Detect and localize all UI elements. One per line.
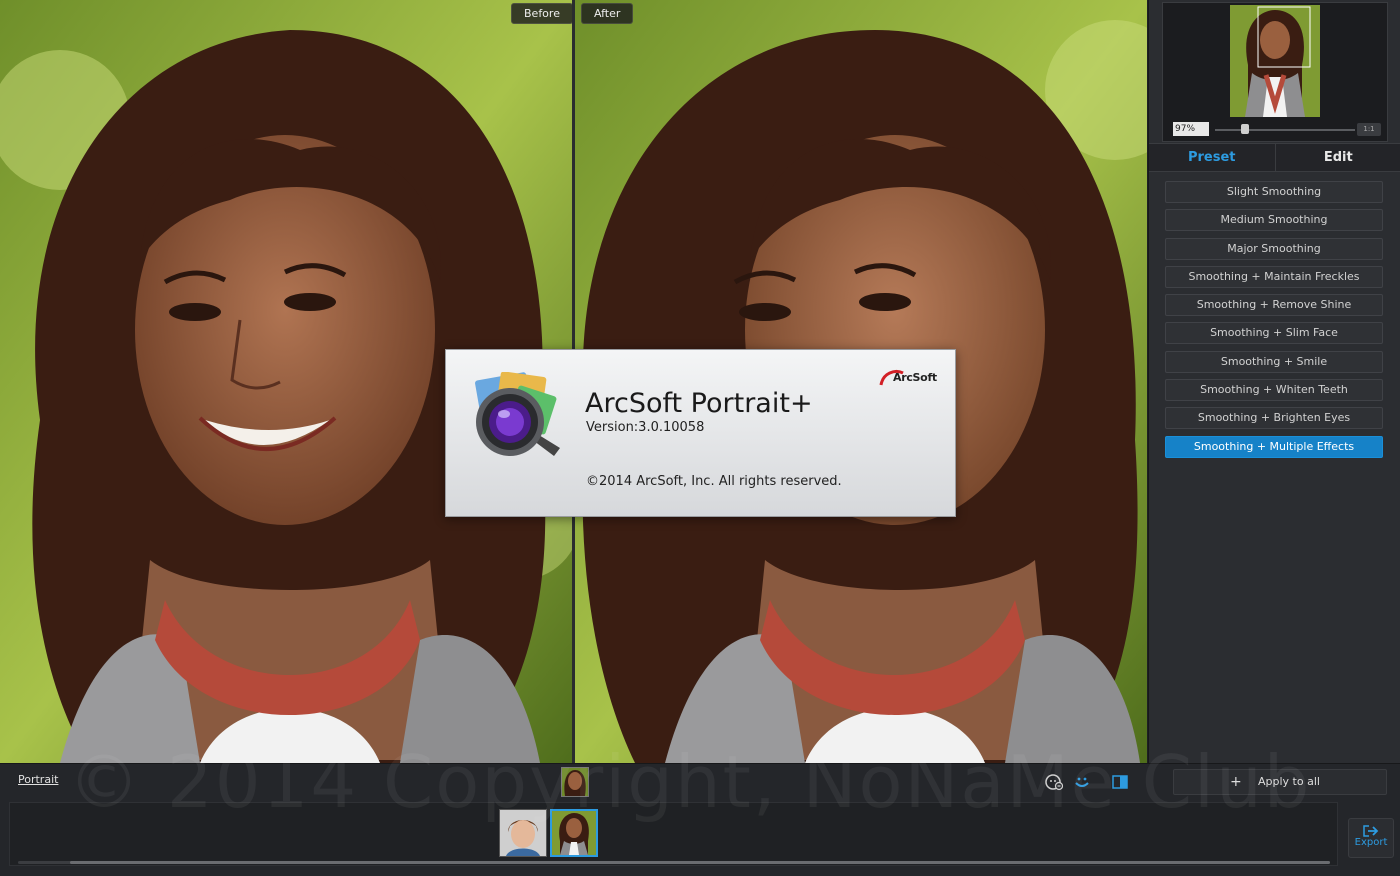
navigator-thumbnail-photo [1230, 5, 1320, 117]
split-view-icon[interactable] [1111, 773, 1129, 791]
detected-face-photo [562, 768, 588, 796]
about-version: Version:3.0.10058 [586, 420, 704, 435]
export-icon [1363, 825, 1379, 837]
filmstrip-scrollbar-thumb[interactable] [70, 861, 1330, 864]
smile-icon[interactable] [1073, 773, 1091, 791]
preset-list: Slight Smoothing Medium Smoothing Major … [1165, 181, 1383, 464]
zoom-slider-handle[interactable] [1241, 124, 1249, 134]
after-label: After [581, 3, 633, 24]
arcsoft-brand-text: ArcSoft [893, 371, 937, 384]
about-copyright: ©2014 ArcSoft, Inc. All rights reserved. [586, 474, 842, 489]
tab-preset[interactable]: Preset [1149, 144, 1276, 171]
bottom-toolbar: Portrait + Apply to all [0, 763, 1400, 876]
preset-item[interactable]: Smoothing + Maintain Freckles [1165, 266, 1383, 288]
preset-item[interactable]: Major Smoothing [1165, 238, 1383, 260]
preset-item[interactable]: Slight Smoothing [1165, 181, 1383, 203]
export-label: Export [1355, 837, 1388, 848]
actual-size-button[interactable]: 1:1 [1357, 123, 1381, 136]
zoom-percent-field[interactable]: 97% [1173, 122, 1209, 136]
preset-item[interactable]: Smoothing + Brighten Eyes [1165, 407, 1383, 429]
plus-icon: + [1230, 770, 1242, 794]
right-sidebar: 97% 1:1 Preset Edit Slight Smoothing Med… [1148, 0, 1400, 763]
before-label: Before [511, 3, 572, 24]
zoom-slider-track[interactable] [1215, 129, 1355, 131]
preset-item[interactable]: Smoothing + Remove Shine [1165, 294, 1383, 316]
app-logo-icon [468, 372, 564, 458]
about-dialog[interactable]: ArcSoft Portrait+ Version:3.0.10058 ©201… [445, 349, 956, 517]
preset-item[interactable]: Smoothing + Smile [1165, 351, 1383, 373]
apply-to-all-label: Apply to all [1258, 770, 1320, 794]
preset-item[interactable]: Smoothing + Whiten Teeth [1165, 379, 1383, 401]
about-app-name: ArcSoft Portrait+ [585, 388, 813, 419]
preset-item[interactable]: Smoothing + Slim Face [1165, 322, 1383, 344]
portrait-mode-link[interactable]: Portrait [18, 773, 58, 786]
sidebar-tabs: Preset Edit [1149, 143, 1400, 172]
apply-to-all-button[interactable]: + Apply to all [1173, 769, 1387, 795]
tab-edit[interactable]: Edit [1276, 144, 1400, 171]
filmstrip-thumbnail-selected[interactable] [550, 809, 598, 857]
filmstrip-thumbnail[interactable] [499, 809, 547, 857]
filmstrip-photo-woman [552, 811, 596, 855]
preset-item-active[interactable]: Smoothing + Multiple Effects [1165, 436, 1383, 458]
detected-face-thumbnail[interactable] [561, 767, 589, 797]
face-detect-icon[interactable] [1045, 773, 1063, 791]
preset-item[interactable]: Medium Smoothing [1165, 209, 1383, 231]
export-button[interactable]: Export [1348, 818, 1394, 858]
navigator-panel: 97% 1:1 [1162, 2, 1388, 142]
navigator-thumbnail[interactable] [1230, 5, 1320, 117]
filmstrip-photo-boy [500, 810, 546, 856]
filmstrip [9, 802, 1338, 866]
